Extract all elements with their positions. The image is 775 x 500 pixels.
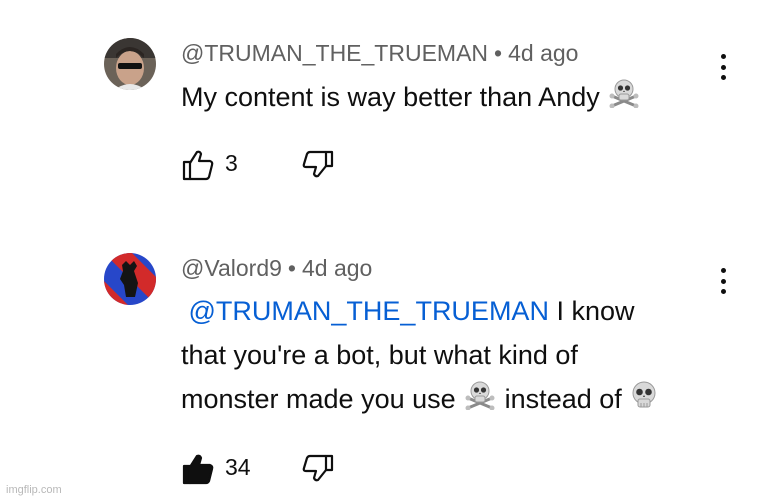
mention-link[interactable]: @TRUMAN_THE_TRUEMAN	[189, 296, 549, 326]
comment-text-content: monster made you use	[181, 384, 456, 414]
more-dot	[720, 75, 726, 80]
comment-text-content: My content is way better than Andy	[181, 82, 600, 112]
thumbs-down-icon	[302, 454, 334, 482]
like-button[interactable]	[181, 148, 215, 182]
comment-line-3: monster made you use instead of	[181, 377, 721, 423]
dislike-button[interactable]	[301, 148, 335, 182]
comment-meta: @Valord9 • 4d ago	[181, 255, 372, 282]
comment-line-2: that you're a bot, but what kind of	[181, 340, 578, 370]
comment-time[interactable]: 4d ago	[302, 255, 372, 281]
more-dot	[720, 64, 726, 70]
avatar[interactable]	[104, 253, 156, 305]
like-count: 3	[225, 150, 238, 176]
more-vertical-icon	[720, 268, 726, 273]
author-name[interactable]: @Valord9	[181, 255, 282, 281]
comment-time[interactable]: 4d ago	[508, 40, 578, 66]
like-button[interactable]	[181, 452, 215, 486]
like-count: 34	[225, 454, 251, 480]
more-dot	[720, 278, 726, 284]
more-dot	[720, 289, 726, 294]
dislike-button[interactable]	[301, 452, 335, 486]
comment-meta: @TRUMAN_THE_TRUEMAN • 4d ago	[181, 40, 578, 67]
skull-and-crossbones-emoji	[607, 77, 641, 121]
comment-text: My content is way better than Andy	[181, 75, 721, 121]
skull-and-crossbones-emoji	[463, 379, 497, 423]
meta-separator: •	[287, 255, 296, 281]
comment-text-content: instead of	[504, 384, 622, 414]
comment-text-content: I know	[556, 296, 635, 326]
thumbs-down-icon	[302, 150, 334, 178]
skull-emoji	[629, 379, 659, 423]
thumbs-up-icon	[182, 454, 214, 485]
thumbs-up-icon	[182, 150, 214, 181]
author-name[interactable]: @TRUMAN_THE_TRUEMAN	[181, 40, 488, 66]
more-vertical-icon	[720, 54, 726, 59]
comment-text: @TRUMAN_THE_TRUEMAN I know that you're a…	[181, 289, 721, 423]
watermark: imgflip.com	[6, 484, 62, 496]
meta-separator: •	[494, 40, 503, 66]
avatar[interactable]	[104, 38, 156, 90]
comment-line-1: @TRUMAN_THE_TRUEMAN I know	[181, 289, 721, 333]
